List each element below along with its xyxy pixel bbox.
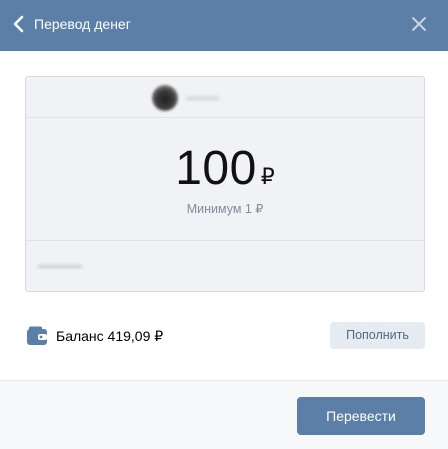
- transfer-submit-button[interactable]: Перевести: [297, 397, 425, 435]
- transfer-card: ▬▬▬ 100 ₽ Минимум 1 ₽ ▬▬▬▬: [25, 76, 425, 292]
- modal-footer: Перевести: [0, 380, 448, 449]
- comment-field-blurred[interactable]: ▬▬▬▬: [38, 259, 82, 271]
- wallet-icon: [27, 326, 47, 345]
- currency-symbol: ₽: [260, 164, 275, 189]
- recipient-name-blurred: ▬▬▬: [186, 91, 219, 103]
- chevron-left-icon[interactable]: [12, 14, 26, 34]
- modal-header: Перевод денег: [0, 0, 448, 51]
- minimum-hint: Минимум 1 ₽: [186, 202, 264, 216]
- card-divider: [26, 240, 424, 241]
- recipient-row[interactable]: ▬▬▬: [26, 77, 424, 118]
- recipient-avatar: [152, 85, 178, 111]
- topup-button[interactable]: Пополнить: [330, 322, 425, 349]
- amount-value[interactable]: 100: [175, 142, 257, 195]
- modal-title: Перевод денег: [34, 16, 131, 32]
- close-icon[interactable]: [410, 15, 428, 33]
- balance-text: Баланс 419,09 ₽: [56, 328, 164, 344]
- amount-row[interactable]: 100 ₽: [26, 141, 424, 197]
